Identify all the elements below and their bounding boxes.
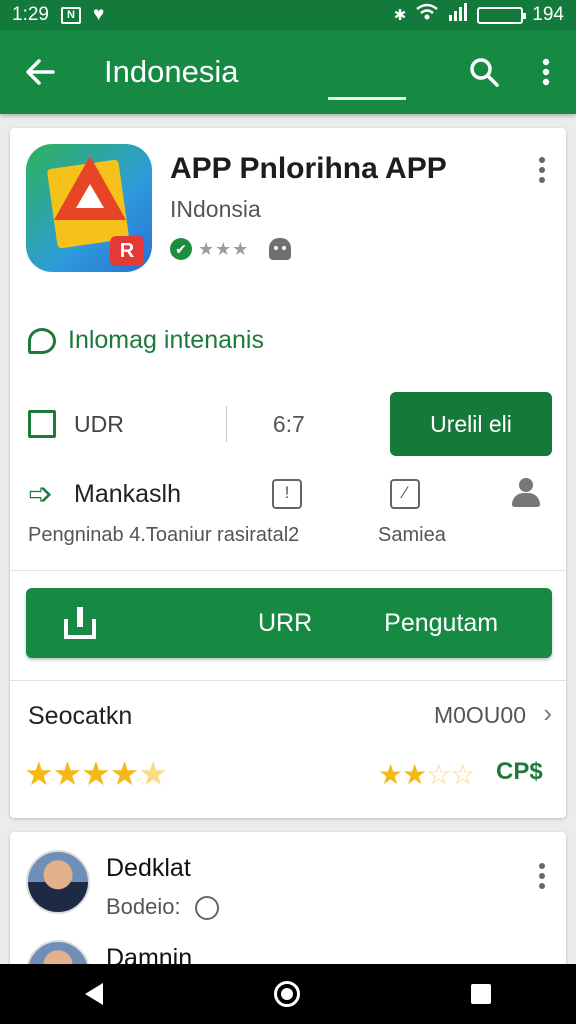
- app-bar: Indonesia: [0, 30, 576, 114]
- page-title: Indonesia: [104, 54, 239, 89]
- rating-value: M0OU00: [433, 702, 526, 728]
- stat-middle-value: 6:7: [272, 410, 305, 437]
- overflow-menu-button[interactable]: [516, 30, 576, 114]
- chat-link[interactable]: Inlomag intenanis: [28, 326, 264, 355]
- reviewer-name: Dedklat: [106, 854, 191, 882]
- install-bar-left-label: URR: [258, 608, 313, 637]
- chat-link-text: Inlomag intenanis: [68, 326, 264, 354]
- app-badges: ✔ ★★★: [170, 238, 292, 260]
- status-time: 1:29: [12, 4, 49, 25]
- reviews-card: Dedklat Bodeio: Damnin: [10, 832, 566, 972]
- avatar: [26, 850, 90, 914]
- search-button[interactable]: [452, 30, 516, 114]
- heart-icon: ♥: [92, 4, 105, 25]
- smiley-icon: [194, 896, 219, 921]
- chat-bubble-icon: [28, 327, 56, 354]
- rating-stars-left: ★★★★★: [24, 755, 168, 792]
- install-button[interactable]: Urelil eli: [390, 392, 552, 456]
- divider: [10, 570, 566, 571]
- card-more-button[interactable]: [538, 156, 546, 184]
- app-details-card: R APP Pnlorihna APP INdonsia ✔ ★★★ Inlom…: [10, 128, 566, 818]
- more-vert-icon: [542, 58, 550, 86]
- app-developer: INdonsia: [170, 196, 261, 222]
- rating-section-title: Seocatkn: [28, 702, 133, 730]
- primary-install-bar[interactable]: URR Pengutam: [26, 588, 552, 658]
- info-sub-left: Pengninab 4.Toaniur rasiratal2: [28, 524, 300, 546]
- battery-percent: 194: [532, 4, 564, 25]
- app-title: APP Pnlorihna APP: [170, 152, 447, 185]
- install-bar-right-label: Pengutam: [384, 608, 499, 637]
- search-icon: [470, 58, 499, 87]
- mini-rating-stars: ★★★: [198, 238, 250, 259]
- flag-box-icon[interactable]: ⁄: [390, 479, 420, 509]
- review-subtext: Bodeio:: [106, 894, 219, 921]
- status-bar: 1:29 N ♥ ✱ 194: [0, 0, 576, 30]
- notification-icon: N: [60, 6, 81, 24]
- nav-back-icon[interactable]: [85, 983, 104, 1005]
- more-vert-icon: [539, 863, 545, 889]
- info-box-icon[interactable]: !: [272, 479, 302, 509]
- wifi-icon: [415, 3, 439, 27]
- chevron-right-icon[interactable]: ›: [543, 698, 552, 729]
- info-label: Mankaslh: [74, 479, 181, 508]
- nav-home-icon[interactable]: [273, 981, 300, 1007]
- person-icon[interactable]: [510, 478, 542, 510]
- bluetooth-icon: ✱: [393, 7, 407, 24]
- download-icon: [64, 607, 96, 639]
- stats-row: UDR 6:7 Urelil eli: [28, 392, 552, 456]
- divider: [225, 406, 227, 442]
- tab-indicator: [328, 97, 406, 100]
- info-sub-right: Samiea: [378, 524, 446, 546]
- battery-icon: [477, 6, 527, 24]
- nav-recents-icon[interactable]: [470, 984, 491, 1004]
- signal-icon: [448, 3, 468, 27]
- info-row: ➩ Mankaslh ! ⁄: [28, 474, 552, 514]
- divider: [10, 680, 566, 681]
- system-nav-bar: [0, 964, 576, 1024]
- app-icon[interactable]: R: [26, 144, 152, 272]
- rating-stars-right: ★★☆☆: [378, 759, 475, 790]
- arrow-left-icon: [26, 59, 55, 85]
- back-button[interactable]: [0, 30, 80, 114]
- more-vert-icon: [539, 157, 545, 183]
- review-more-button[interactable]: [538, 862, 546, 890]
- checkbox-icon[interactable]: [28, 410, 56, 438]
- review-item[interactable]: Dedklat Bodeio:: [26, 850, 219, 921]
- arrow-right-icon: ➩: [28, 477, 54, 511]
- rating-code: CP$: [496, 758, 543, 785]
- ghost-icon: [269, 238, 292, 260]
- stat-left-label: UDR: [74, 410, 124, 437]
- verified-icon: ✔: [170, 238, 192, 260]
